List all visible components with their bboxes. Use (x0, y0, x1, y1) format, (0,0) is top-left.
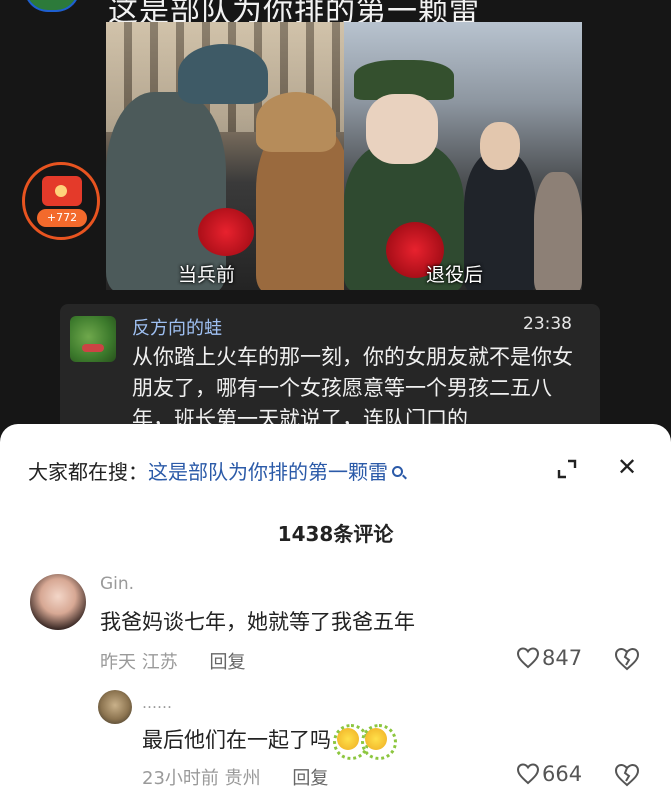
comment-time: 23小时前 (142, 768, 219, 789)
photo-after-retirement: 退役后 (344, 22, 582, 290)
soldier-face (366, 94, 438, 164)
search-icon[interactable] (392, 466, 403, 477)
flower-emoji-icon (361, 724, 397, 760)
photo-label-before: 当兵前 (178, 264, 236, 286)
avatar[interactable] (98, 690, 132, 724)
reply-time: 23:38 (523, 314, 572, 334)
like-count: 847 (542, 646, 583, 670)
like-count: 664 (542, 762, 583, 786)
comment-location: 江苏 (141, 652, 178, 673)
man-face (480, 122, 520, 170)
comment-text[interactable]: 我爸妈谈七年，她就等了我爸五年 (100, 606, 415, 636)
reply-button[interactable]: 回复 (209, 652, 245, 673)
reply-button[interactable]: 回复 (292, 768, 328, 789)
red-packet-button[interactable]: +772 (22, 162, 100, 240)
close-icon[interactable]: ✕ (616, 455, 638, 479)
like-button[interactable]: 664 (516, 762, 582, 786)
reply-username[interactable]: 反方向的蛙 (132, 314, 222, 340)
broken-heart-icon[interactable] (614, 762, 640, 788)
comment-meta: 昨天 江苏 回复 (100, 648, 245, 674)
author-avatar[interactable] (24, 0, 80, 12)
comments-sheet: 大家都在搜：这是部队为你排的第一颗雷 ✕ 1438条评论 Gin. 我爸妈谈七年… (0, 424, 671, 800)
comment-location: 贵州 (224, 768, 261, 789)
camo-cap (178, 44, 268, 104)
video-area[interactable]: 这是部队为你排的第一颗雷 当兵前 退役后 +772 反方向的蛙 23:38 从你… (0, 0, 671, 470)
comment-text-body: 最后他们在一起了吗 (142, 728, 331, 752)
girl-figure (534, 172, 582, 290)
search-prefix: 大家都在搜： (28, 460, 148, 484)
search-query-link[interactable]: 这是部队为你排的第一颗雷 (148, 460, 388, 484)
comment-username[interactable]: …… (142, 694, 172, 712)
red-flower (198, 208, 254, 256)
comment-time: 昨天 (100, 652, 136, 673)
photo-before-enlistment: 当兵前 (106, 22, 344, 290)
heart-icon (516, 763, 540, 785)
red-envelope-icon (42, 176, 82, 206)
avatar[interactable] (30, 574, 86, 630)
heart-icon (516, 647, 540, 669)
photo-label-after: 退役后 (426, 264, 484, 286)
comment-meta: 23小时前 贵州 回复 (142, 764, 328, 790)
red-packet-count: +772 (37, 209, 87, 227)
broken-heart-icon[interactable] (614, 646, 640, 672)
like-button[interactable]: 847 (516, 646, 582, 670)
expand-icon[interactable] (556, 458, 578, 480)
frog-avatar[interactable] (70, 316, 116, 362)
reply-text: 从你踏上火车的那一刻，你的女朋友就不是你女朋友了，哪有一个女孩愿意等一个男孩二五… (132, 345, 573, 431)
comment-username[interactable]: Gin. (100, 574, 134, 594)
trending-search[interactable]: 大家都在搜：这是部队为你排的第一颗雷 (28, 456, 403, 485)
comment-text[interactable]: 最后他们在一起了吗 (142, 724, 397, 760)
beret-hat (256, 92, 336, 152)
comment-count-title: 1438条评论 (277, 522, 394, 546)
flower-emoji-icon (333, 724, 369, 760)
